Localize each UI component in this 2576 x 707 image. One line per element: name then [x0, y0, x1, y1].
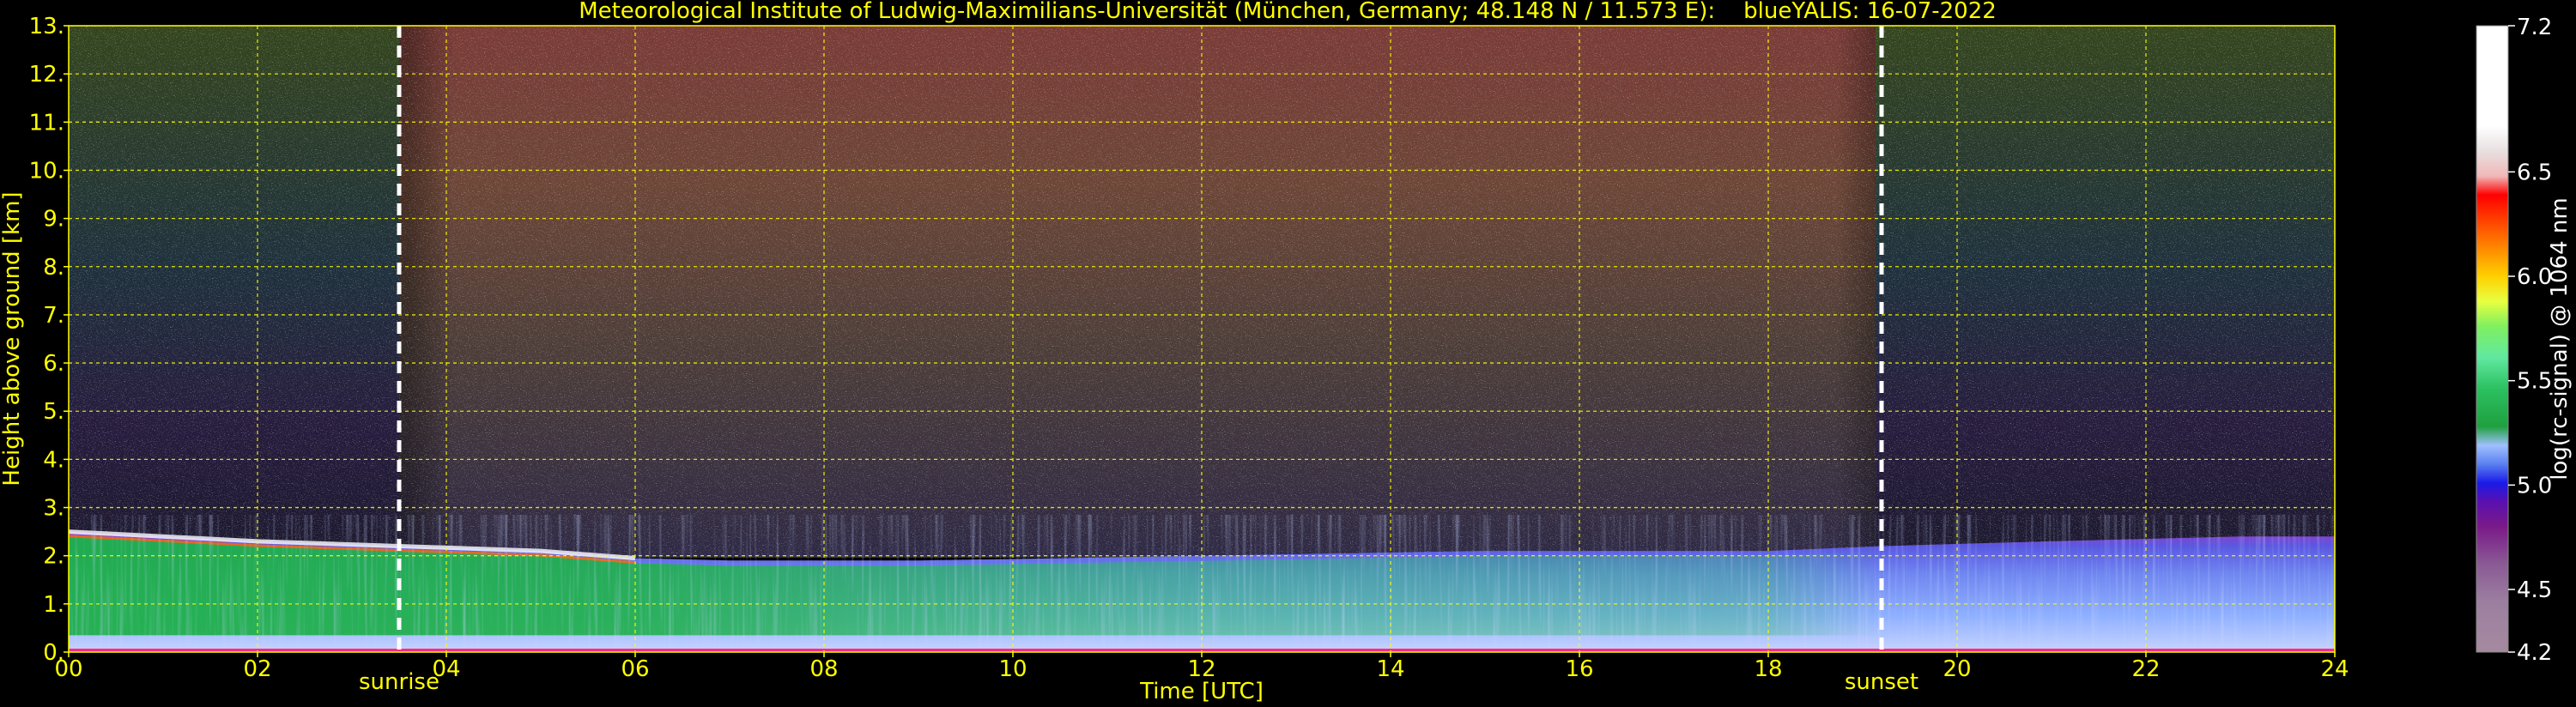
lidar-chart: sunrise sunset 00 02 04 06 08 10 12 14 16 18 20 22 24…: [0, 0, 2573, 704]
colorbar-tick-label: 7.2: [2517, 15, 2552, 40]
y-tick-label: 10.: [29, 158, 64, 184]
y-tick-label: 11.: [29, 110, 64, 136]
x-tick-label: 02: [243, 656, 271, 682]
x-tick-label: 24: [2320, 656, 2349, 682]
y-tick-label: 8.: [43, 255, 64, 281]
y-axis-label: Height above ground [km]: [0, 191, 25, 486]
y-tick-labels: 0. 1. 2. 3. 4. 5. 6. 7. 8. 9. 10. 11. 12. 13.: [29, 14, 64, 666]
x-tick-label: 06: [621, 656, 649, 682]
y-tick-label: 3.: [43, 496, 64, 522]
y-tick-label: 1.: [43, 592, 64, 618]
colorbar-tick-label: 4.5: [2517, 577, 2552, 603]
y-tick-label: 4.: [43, 447, 64, 473]
x-tick-label: 22: [2131, 656, 2160, 682]
y-tick-label: 2.: [43, 544, 64, 570]
colorbar-label: log(rc-signal) @ 1064 nm: [2547, 197, 2573, 480]
colorbar-tick-label: 4.2: [2517, 640, 2552, 666]
x-tick-label: 10: [998, 656, 1027, 682]
signal-field: [69, 26, 2335, 652]
colorbar-tick-label: 6.5: [2517, 160, 2552, 185]
y-tick-label: 13.: [29, 14, 64, 39]
y-tick-label: 0.: [43, 640, 64, 666]
sunrise-label: sunrise: [359, 669, 439, 695]
y-tick-label: 12.: [29, 62, 64, 88]
x-tick-label: 16: [1565, 656, 1593, 682]
y-tick-label: 5.: [43, 399, 64, 425]
y-tick-label: 7.: [43, 303, 64, 329]
sunset-label: sunset: [1845, 669, 1918, 695]
colorbar-tick-labels: 4.24.55.05.56.06.57.2: [2508, 15, 2552, 666]
y-tick-label: 9.: [43, 207, 64, 233]
x-tick-label: 18: [1754, 656, 1782, 682]
x-tick-label: 20: [1943, 656, 1971, 682]
x-tick-label: 08: [809, 656, 838, 682]
x-tick-label: 14: [1376, 656, 1404, 682]
colorbar: [2476, 25, 2509, 653]
chart-title: Meteorological Institute of Ludwig-Maxim…: [579, 0, 1997, 24]
y-tick-label: 6.: [43, 351, 64, 377]
x-tick-label: 04: [432, 656, 460, 682]
x-axis-label: Time [UTC]: [1139, 679, 1264, 704]
